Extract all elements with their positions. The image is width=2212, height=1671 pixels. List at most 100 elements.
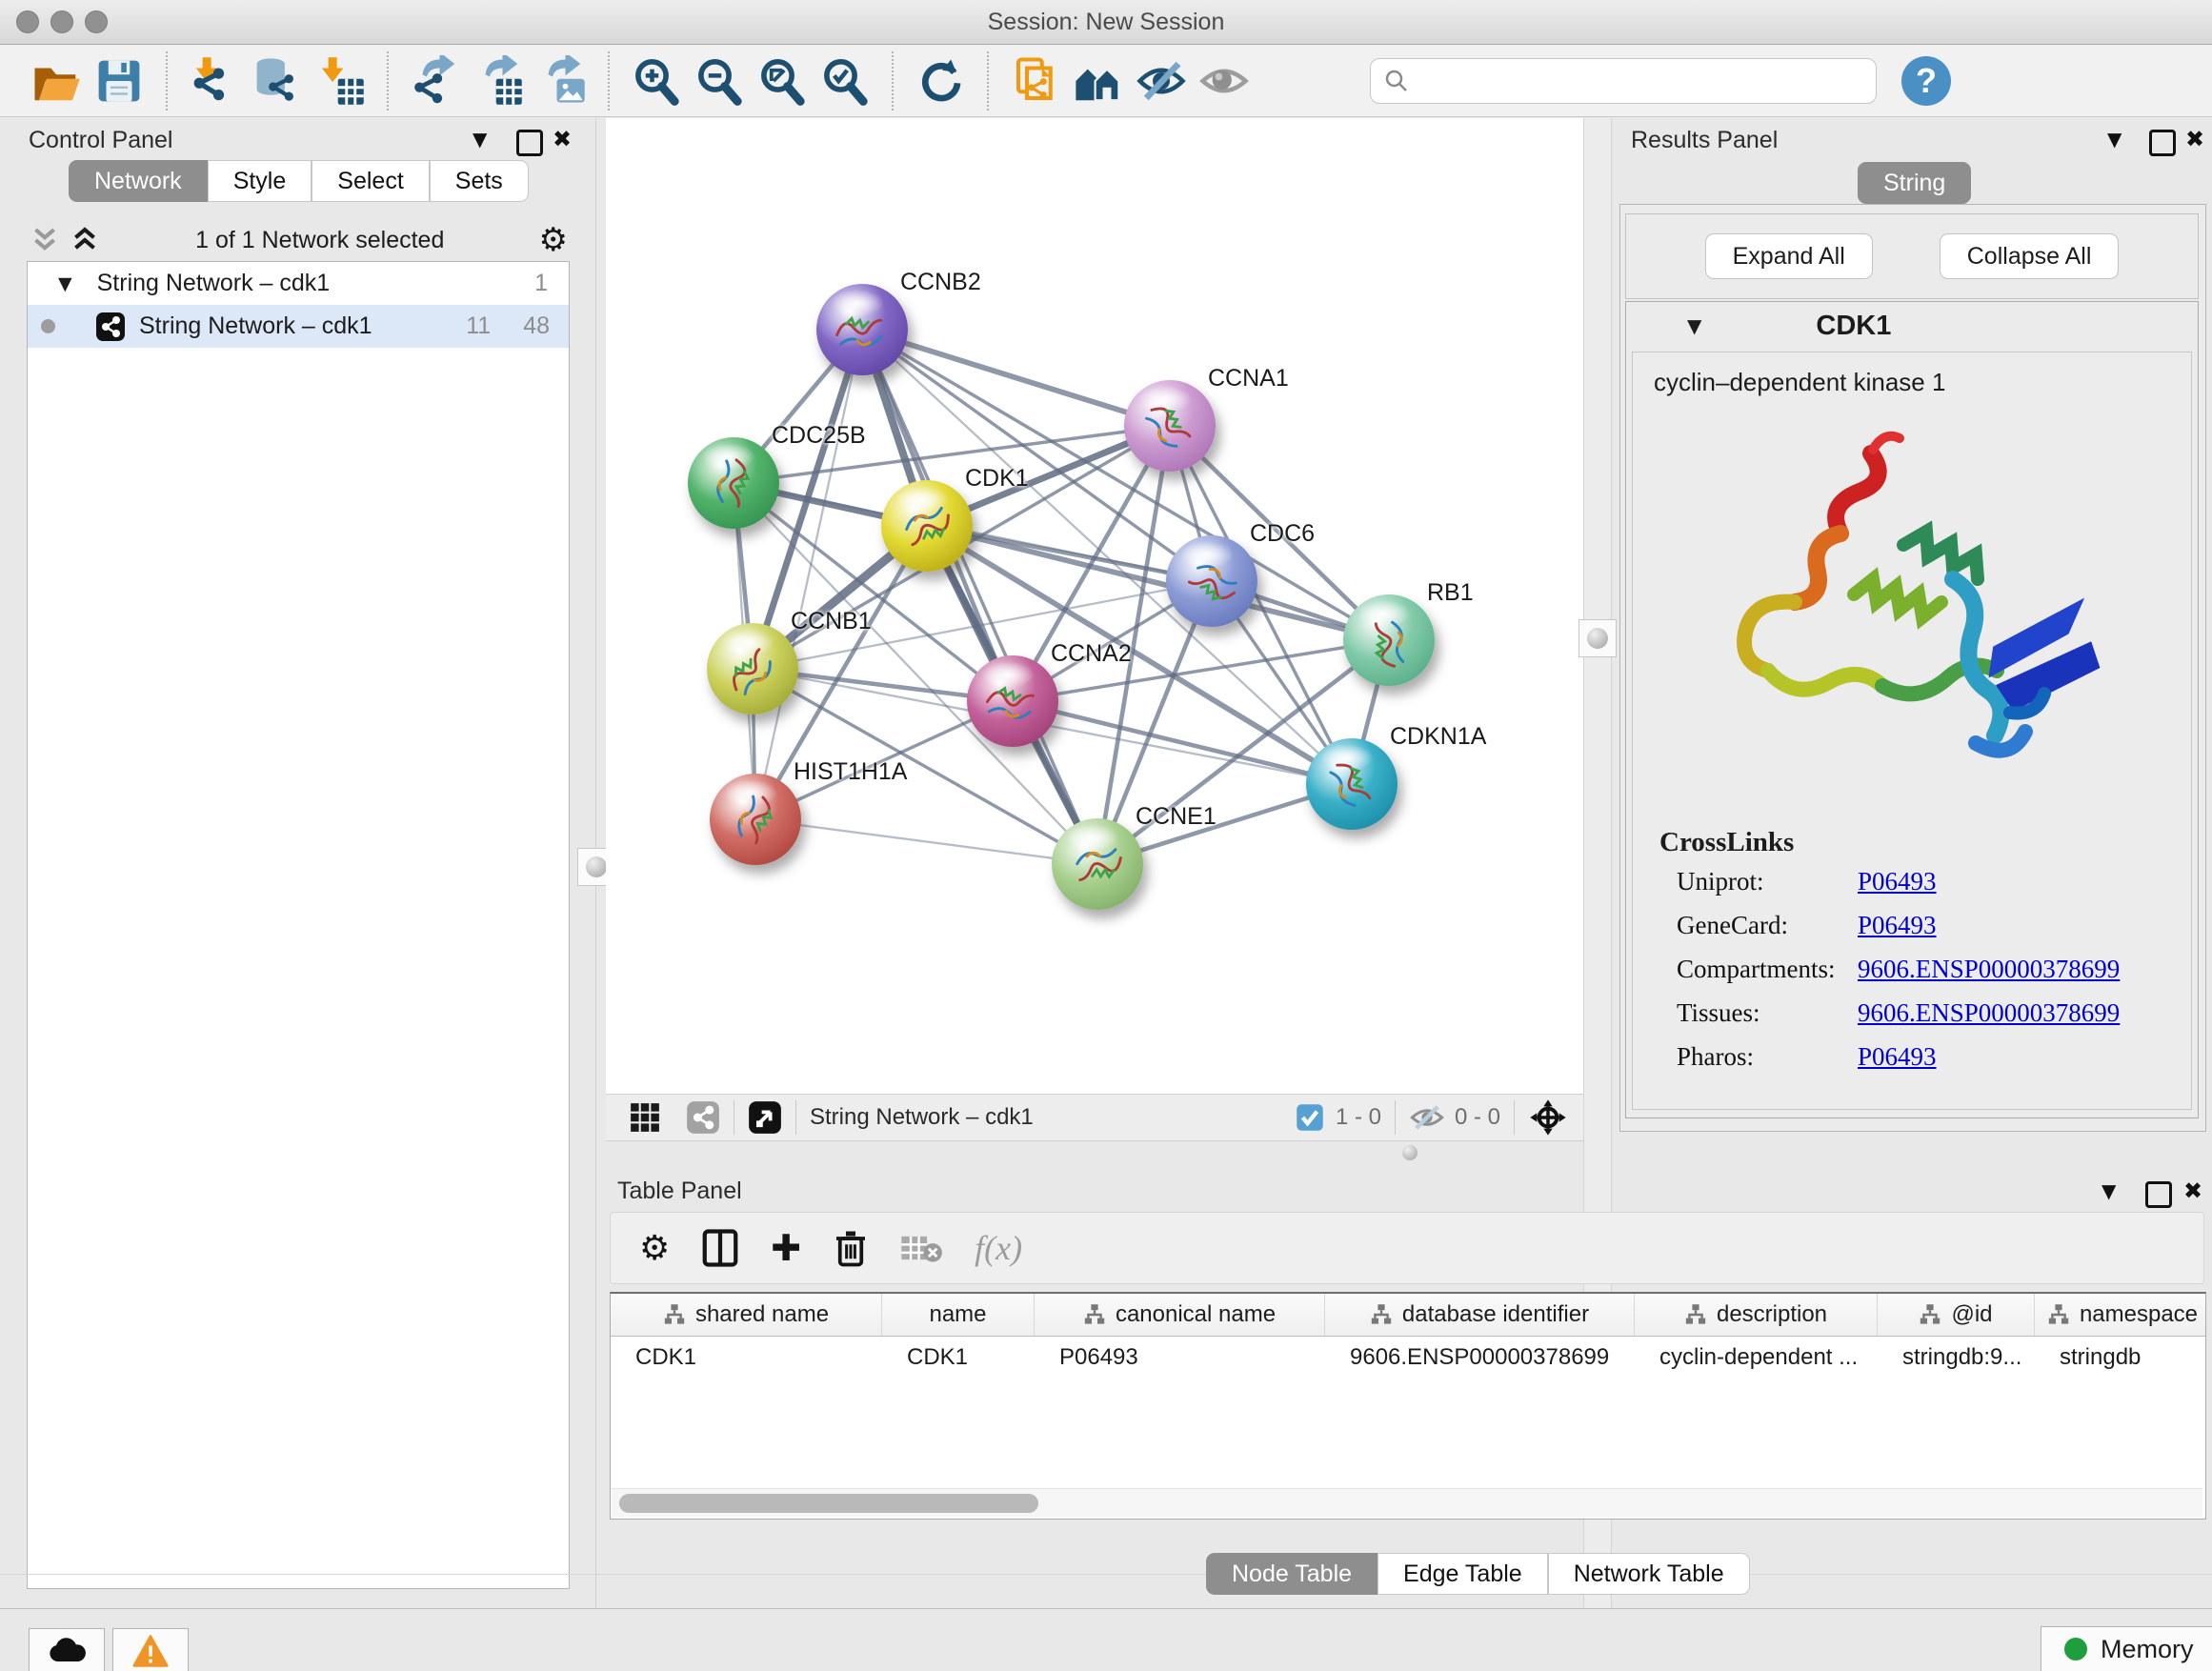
network-node-cdk1[interactable] — [881, 480, 973, 572]
import-network-button[interactable] — [183, 50, 246, 111]
memory-button[interactable]: Memory — [2041, 1626, 2212, 1671]
crosslink-link[interactable]: P06493 — [1858, 867, 1937, 896]
table-cell[interactable]: CDK1 — [882, 1337, 1035, 1379]
import-database-button[interactable] — [246, 50, 309, 111]
expand-all-button[interactable]: Expand All — [1705, 233, 1873, 279]
cloud-services-button[interactable] — [29, 1628, 105, 1671]
help-button[interactable]: ? — [1901, 56, 1951, 106]
network-node-ccna2[interactable] — [967, 655, 1058, 747]
column-header-namespace[interactable]: namespace — [2035, 1294, 2206, 1336]
duplicate-network-button[interactable] — [1004, 50, 1067, 111]
network-canvas[interactable]: CCNB2 CCNA1 CDC25B CDK1 CDC6 RB1 CCNB1 C… — [606, 118, 1583, 1094]
table-panel-float-icon[interactable]: ▼ — [2101, 1179, 2116, 1202]
network-node-cdc25b[interactable] — [688, 437, 779, 529]
export-network-button[interactable] — [404, 50, 467, 111]
fit-selected-crosshair-icon[interactable] — [1528, 1097, 1568, 1137]
network-node-cdc6[interactable] — [1166, 535, 1257, 627]
table-panel-maximize-icon[interactable] — [2145, 1181, 2172, 1208]
gene-card-header[interactable]: ▼ CDK1 — [1626, 302, 2198, 350]
column-header-description[interactable]: description — [1635, 1294, 1878, 1336]
column-header-canonical-name[interactable]: canonical name — [1035, 1294, 1325, 1336]
string-app-icon[interactable] — [686, 1100, 720, 1135]
zoom-out-button[interactable] — [688, 50, 751, 111]
tab-node-table[interactable]: Node Table — [1206, 1553, 1377, 1595]
table-cell[interactable]: stringdb:9... — [1878, 1337, 2035, 1379]
right-splitter-handle[interactable] — [1579, 619, 1617, 657]
expand-all-icon[interactable] — [69, 226, 101, 254]
crosslink-link[interactable]: 9606.ENSP00000378699 — [1858, 955, 2120, 984]
column-header-shared-name[interactable]: shared name — [611, 1294, 882, 1336]
tree-expand-icon[interactable]: ▼ — [58, 273, 72, 294]
control-panel-float-icon[interactable]: ▼ — [473, 128, 487, 151]
network-node-hist1h1a[interactable] — [710, 774, 801, 865]
zoom-fit-button[interactable] — [751, 50, 814, 111]
table-horizontal-scrollbar[interactable] — [612, 1488, 2202, 1518]
network-node-rb1[interactable] — [1343, 594, 1435, 686]
network-options-gear-icon[interactable]: ⚙ — [539, 221, 568, 259]
network-node-ccnb2[interactable] — [816, 284, 908, 375]
tab-edge-table[interactable]: Edge Table — [1377, 1553, 1548, 1595]
toolbar-separator — [166, 51, 168, 111]
import-table-button[interactable] — [309, 50, 372, 111]
network-selection-status: 1 of 1 Network selected — [101, 227, 539, 254]
application-window: Session: New Session ? Control Panel ▼ ✖… — [0, 0, 2212, 1671]
refresh-button[interactable] — [909, 50, 972, 111]
hide-unhide-button[interactable] — [1130, 50, 1193, 111]
results-tab-string[interactable]: String — [1858, 162, 1971, 204]
tab-style[interactable]: Style — [208, 160, 312, 202]
results-panel-float-icon[interactable]: ▼ — [2107, 128, 2122, 151]
zoom-in-button[interactable] — [625, 50, 688, 111]
crosslink-label: Uniprot: — [1677, 867, 1764, 896]
gene-card-collapse-icon[interactable]: ▼ — [1687, 314, 1701, 337]
crosslink-link[interactable]: 9606.ENSP00000378699 — [1858, 998, 2120, 1028]
birdseye-view-icon[interactable] — [748, 1100, 782, 1135]
scrollbar-thumb[interactable] — [619, 1494, 1038, 1513]
network-node-ccna1[interactable] — [1124, 380, 1216, 472]
cloud-icon — [46, 1636, 88, 1666]
network-node-cdkn1a[interactable] — [1306, 738, 1398, 830]
control-panel-maximize-icon[interactable] — [516, 130, 543, 156]
results-panel-close-icon[interactable]: ✖ — [2185, 126, 2204, 152]
table-row[interactable]: CDK1CDK1P064939606.ENSP00000378699cyclin… — [611, 1337, 2205, 1379]
show-columns-icon[interactable] — [702, 1229, 738, 1267]
tab-select[interactable]: Select — [312, 160, 429, 202]
column-header-database-identifier[interactable]: database identifier — [1325, 1294, 1635, 1336]
save-session-button[interactable] — [88, 50, 151, 111]
network-node-ccnb1[interactable] — [707, 623, 798, 715]
collapse-all-icon[interactable] — [29, 226, 61, 254]
network-row[interactable]: String Network – cdk1 11 48 — [28, 305, 569, 348]
table-panel-close-icon[interactable]: ✖ — [2183, 1178, 2202, 1204]
search-box[interactable] — [1370, 58, 1877, 104]
table-cell[interactable]: CDK1 — [611, 1337, 882, 1379]
crosslink-link[interactable]: P06493 — [1858, 911, 1937, 940]
selected-checkbox-icon[interactable] — [1296, 1103, 1324, 1132]
graphics-details-button[interactable] — [1193, 50, 1256, 111]
export-image-button[interactable] — [530, 50, 593, 111]
network-collection-row[interactable]: ▼ String Network – cdk1 1 — [28, 262, 569, 305]
home-button[interactable] — [1067, 50, 1130, 111]
tab-sets[interactable]: Sets — [430, 160, 529, 202]
search-input[interactable] — [1418, 67, 1864, 95]
control-panel-close-icon[interactable]: ✖ — [553, 126, 572, 152]
table-settings-gear-icon[interactable]: ⚙ — [639, 1229, 670, 1268]
table-cell[interactable]: P06493 — [1035, 1337, 1325, 1379]
add-column-plus-icon[interactable]: ✚ — [771, 1227, 801, 1269]
horizontal-splitter-handle[interactable] — [1402, 1145, 1418, 1160]
collapse-all-button[interactable]: Collapse All — [1940, 233, 2120, 279]
zoom-selected-button[interactable] — [814, 50, 876, 111]
delete-column-trash-icon[interactable] — [834, 1229, 868, 1267]
table-cell[interactable]: stringdb — [2035, 1337, 2206, 1379]
table-cell[interactable]: cyclin-dependent ... — [1635, 1337, 1878, 1379]
table-cell[interactable]: 9606.ENSP00000378699 — [1325, 1337, 1635, 1379]
crosslink-link[interactable]: P06493 — [1858, 1042, 1937, 1072]
open-session-button[interactable] — [25, 50, 88, 111]
warnings-button[interactable] — [112, 1628, 189, 1671]
network-node-ccne1[interactable] — [1052, 818, 1143, 910]
tab-network-table[interactable]: Network Table — [1548, 1553, 1750, 1595]
tab-network[interactable]: Network — [69, 160, 208, 202]
column-header-name[interactable]: name — [882, 1294, 1035, 1336]
column-header--id[interactable]: @id — [1878, 1294, 2035, 1336]
results-panel-maximize-icon[interactable] — [2149, 130, 2176, 156]
grid-view-icon[interactable] — [629, 1101, 661, 1134]
export-table-button[interactable] — [467, 50, 530, 111]
